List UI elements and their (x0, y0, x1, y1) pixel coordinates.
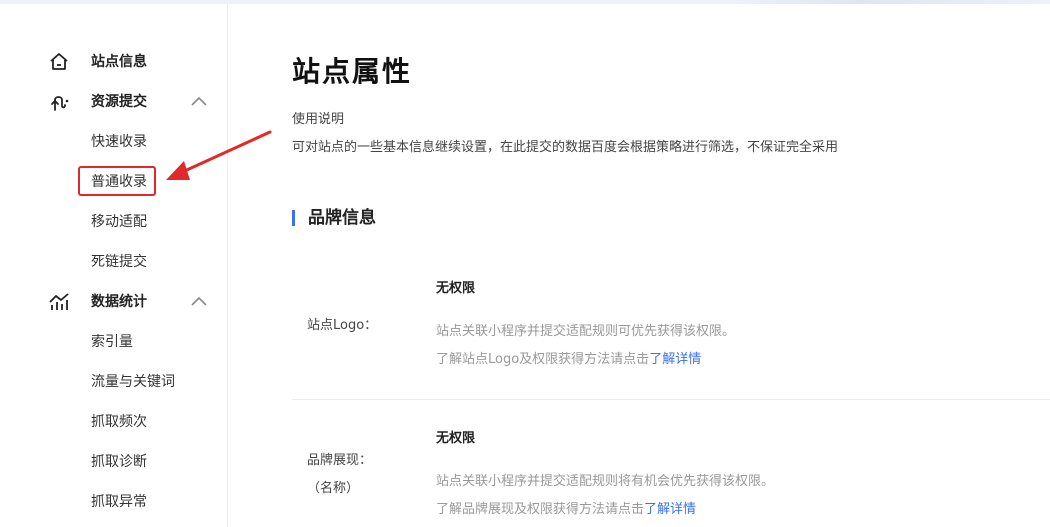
resource-submit-icon (51, 96, 69, 111)
learn-more-link[interactable]: 了解详情 (649, 352, 701, 367)
sidebar-group-resource-submit[interactable]: 资源提交 (0, 82, 227, 122)
sidebar-item-label: 快速收录 (91, 134, 147, 150)
sidebar-item-mobile-adapt[interactable]: 移动适配 (0, 202, 227, 242)
sidebar-item-label: 移动适配 (91, 214, 147, 230)
sidebar: 站点信息 资源提交 快速收录 普通收录 移动适配 死链提交 数据统计 索引量 流… (0, 4, 228, 527)
usage-title: 使用说明 (292, 112, 345, 127)
chevron-up-icon (191, 96, 207, 106)
learn-more-prefix: 了解站点Logo及权限获得方法请点击 (436, 352, 650, 367)
sidebar-item-crawl-diagnosis[interactable]: 抓取诊断 (0, 442, 227, 482)
sidebar-item-crawl-errors[interactable]: 抓取异常 (0, 482, 227, 522)
row-divider (292, 399, 1050, 400)
annotation-highlight-box (78, 166, 156, 196)
learn-more-link[interactable]: 了解详情 (644, 502, 696, 517)
permission-status: 无权限 (436, 431, 476, 446)
sidebar-item-crawl-frequency[interactable]: 抓取频次 (0, 402, 227, 442)
learn-more-prefix: 了解品牌展现及权限获得方法请点击 (436, 502, 645, 517)
field-label-brand-display: 品牌展现： (307, 453, 373, 468)
sidebar-item-site-info[interactable]: 站点信息 (0, 42, 227, 82)
home-icon (50, 53, 68, 70)
sidebar-item-label: 抓取诊断 (91, 454, 147, 470)
sidebar-item-label: 流量与关键词 (91, 374, 175, 390)
sidebar-item-index-volume[interactable]: 索引量 (0, 322, 227, 362)
field-label-site-logo: 站点Logo： (307, 318, 378, 333)
section-title-brand-info: 品牌信息 (292, 208, 376, 228)
sidebar-group-label: 数据统计 (91, 294, 147, 310)
learn-more-line: 了解站点Logo及权限获得方法请点击了解详情 (436, 348, 701, 367)
permission-hint: 站点关联小程序并提交适配规则将有机会优先获得该权限。 (436, 474, 775, 489)
stats-icon (49, 293, 69, 310)
sidebar-group-label: 资源提交 (91, 94, 147, 110)
chevron-up-icon (191, 296, 207, 306)
sidebar-group-data-stats[interactable]: 数据统计 (0, 282, 227, 322)
page-title: 站点属性 (292, 55, 413, 88)
sidebar-item-label: 索引量 (91, 334, 133, 350)
sidebar-item-dead-link[interactable]: 死链提交 (0, 242, 227, 282)
sidebar-item-label: 站点信息 (91, 54, 147, 70)
sidebar-item-label: 抓取异常 (91, 494, 147, 510)
learn-more-line: 了解品牌展现及权限获得方法请点击了解详情 (436, 498, 696, 517)
main-content: 站点属性 使用说明 可对站点的一些基本信息继续设置，在此提交的数据百度会根据策略… (228, 4, 1050, 527)
sidebar-item-label: 死链提交 (91, 254, 147, 270)
field-label-brand-display-sub: （名称） (307, 481, 360, 496)
sidebar-item-label: 抓取频次 (91, 414, 147, 430)
usage-description: 可对站点的一些基本信息继续设置，在此提交的数据百度会根据策略进行筛选，不保证完全… (292, 140, 839, 155)
permission-status: 无权限 (436, 281, 476, 296)
sidebar-item-traffic-keywords[interactable]: 流量与关键词 (0, 362, 227, 402)
permission-hint: 站点关联小程序并提交适配规则可优先获得该权限。 (436, 324, 736, 339)
